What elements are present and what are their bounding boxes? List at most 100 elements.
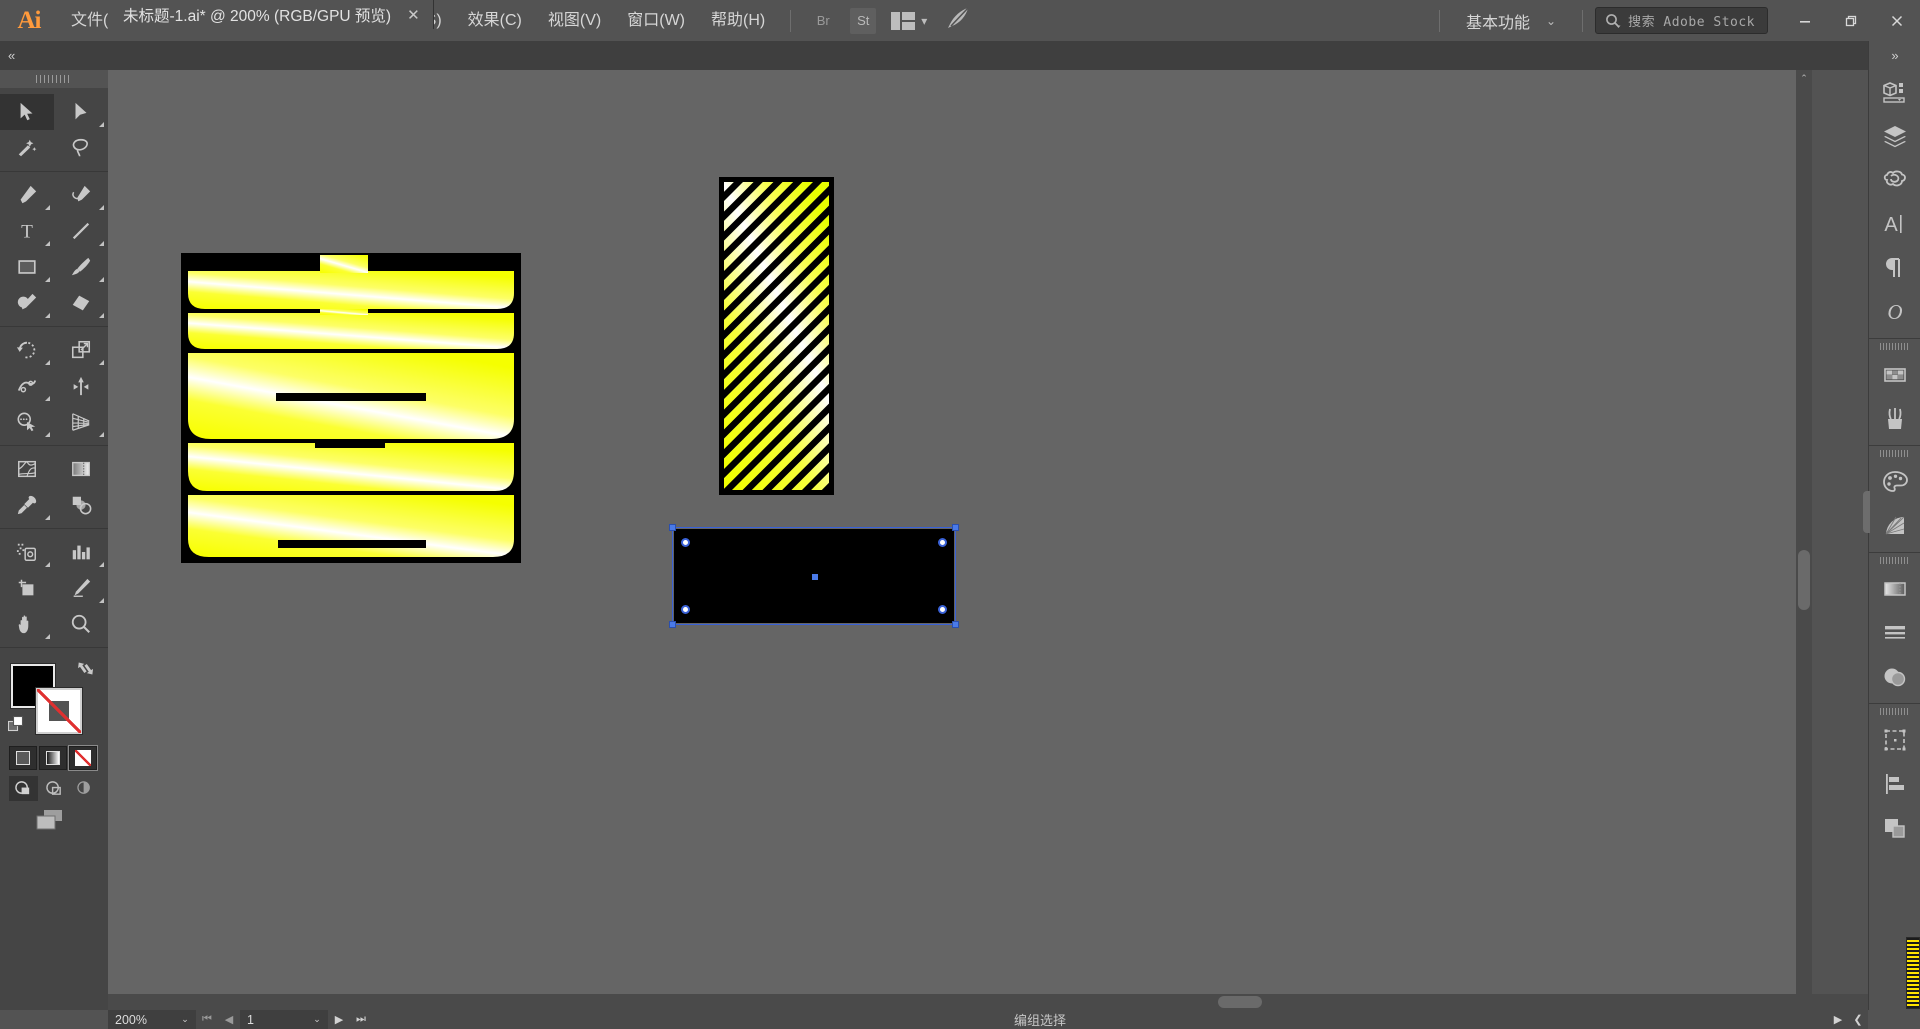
- striped-rectangle-artwork[interactable]: [719, 177, 834, 495]
- dock-resize-handle[interactable]: [1863, 491, 1870, 533]
- slice-tool[interactable]: [54, 570, 108, 606]
- page-number-input[interactable]: 1: [240, 1010, 306, 1029]
- perspective-grid-tool[interactable]: [54, 404, 108, 440]
- restore-button[interactable]: [1828, 0, 1874, 41]
- workspace-switcher[interactable]: 基本功能 ⌄: [1452, 0, 1570, 41]
- full-screen-mode-button[interactable]: [71, 776, 100, 801]
- chevron-up-icon[interactable]: ⌃: [1796, 70, 1812, 86]
- shape-builder-tool[interactable]: [0, 404, 54, 440]
- panel-gradient[interactable]: [1869, 567, 1920, 611]
- panel-group-grip[interactable]: [1869, 339, 1920, 353]
- direct-selection-tool[interactable]: [54, 94, 108, 130]
- panel-paragraph[interactable]: [1869, 246, 1920, 290]
- status-play-button[interactable]: ▶: [1828, 1013, 1848, 1026]
- line-segment-tool[interactable]: [54, 213, 108, 249]
- next-page-button[interactable]: ▶: [328, 1010, 350, 1029]
- menu-effect[interactable]: 效果(C): [455, 0, 535, 41]
- curvature-tool[interactable]: [54, 177, 108, 213]
- paintbrush-tool[interactable]: [54, 249, 108, 285]
- panel-character[interactable]: A: [1869, 202, 1920, 246]
- hidden-panel-tab-strip[interactable]: [1906, 937, 1920, 1009]
- vertical-scrollbar-thumb[interactable]: [1798, 550, 1810, 610]
- rotate-tool[interactable]: [0, 332, 54, 368]
- scale-tool[interactable]: [54, 332, 108, 368]
- shaper-tool[interactable]: [0, 285, 54, 321]
- panel-group-grip[interactable]: [1869, 553, 1920, 567]
- stroke-swatch[interactable]: [35, 687, 83, 735]
- feather-icon[interactable]: [945, 6, 971, 35]
- status-collapse-button[interactable]: ❮: [1848, 1013, 1868, 1026]
- artboard-tool[interactable]: [0, 570, 54, 606]
- panel-pathfinder[interactable]: [1869, 806, 1920, 850]
- selected-black-rectangle[interactable]: [674, 529, 954, 623]
- panel-appearance[interactable]: [1869, 718, 1920, 762]
- arrange-chevron-down-icon[interactable]: ▾: [921, 14, 927, 28]
- zoom-tool[interactable]: [54, 606, 108, 642]
- panel-dock-collapse-button[interactable]: »: [1869, 41, 1920, 70]
- panel-stroke[interactable]: [1869, 611, 1920, 655]
- toolbar-collapse-bar[interactable]: «: [0, 41, 108, 70]
- chinese-character-artwork[interactable]: [181, 253, 521, 563]
- menu-window[interactable]: 窗口(W): [614, 0, 698, 41]
- minimize-button[interactable]: [1782, 0, 1828, 41]
- canvas-area[interactable]: ⌃: [108, 70, 1812, 1010]
- panel-color-guide[interactable]: [1869, 504, 1920, 548]
- magic-wand-tool[interactable]: [0, 130, 54, 166]
- menu-view[interactable]: 视图(V): [535, 0, 614, 41]
- panel-swatches[interactable]: [1869, 353, 1920, 397]
- panel-glyphs[interactable]: O: [1869, 290, 1920, 334]
- default-fill-stroke-icon[interactable]: [7, 715, 26, 739]
- menu-help[interactable]: 帮助(H): [698, 0, 778, 41]
- stock-icon[interactable]: St: [850, 7, 877, 34]
- width-tool[interactable]: [0, 368, 54, 404]
- edit-toolbar-button[interactable]: [34, 809, 68, 836]
- panel-group-grip[interactable]: [1869, 704, 1920, 718]
- prev-page-button[interactable]: ◀: [218, 1010, 240, 1029]
- close-button[interactable]: [1874, 0, 1920, 41]
- column-graph-tool[interactable]: [54, 534, 108, 570]
- zoom-level-dropdown[interactable]: ⌄: [174, 1010, 196, 1029]
- gradient-tool[interactable]: [54, 451, 108, 487]
- hand-tool[interactable]: [0, 606, 54, 642]
- free-transform-tool[interactable]: [54, 368, 108, 404]
- color-mode-button[interactable]: [9, 746, 37, 770]
- selection-tool[interactable]: [0, 94, 54, 130]
- gradient-mode-button[interactable]: [39, 746, 67, 770]
- page-number-dropdown[interactable]: ⌄: [306, 1010, 328, 1029]
- zoom-level-input[interactable]: 200%: [108, 1010, 174, 1029]
- close-tab-icon[interactable]: ✕: [407, 6, 420, 24]
- panel-transparency[interactable]: [1869, 655, 1920, 699]
- search-adobe-stock-input[interactable]: 搜索 Adobe Stock: [1595, 7, 1768, 34]
- pen-tool[interactable]: [0, 177, 54, 213]
- document-tab[interactable]: 未标题-1.ai* @ 200% (RGB/GPU 预览) ✕: [108, 0, 434, 29]
- tools-panel-grip[interactable]: [0, 70, 108, 88]
- swap-fill-stroke-icon[interactable]: [77, 660, 96, 682]
- blend-tool[interactable]: [54, 487, 108, 523]
- panel-libraries[interactable]: [1869, 158, 1920, 202]
- panel-align[interactable]: [1869, 762, 1920, 806]
- vertical-scrollbar[interactable]: ⌃: [1796, 70, 1812, 1010]
- normal-screen-mode-button[interactable]: [9, 776, 38, 801]
- panel-color[interactable]: [1869, 460, 1920, 504]
- panel-group-grip[interactable]: [1869, 446, 1920, 460]
- panel-layers[interactable]: [1869, 114, 1920, 158]
- eyedropper-tool[interactable]: [0, 487, 54, 523]
- full-screen-menubar-mode-button[interactable]: [40, 776, 69, 801]
- horizontal-scrollbar-thumb[interactable]: [1218, 996, 1262, 1008]
- eraser-tool[interactable]: [54, 285, 108, 321]
- lasso-tool[interactable]: [54, 130, 108, 166]
- none-mode-button[interactable]: [68, 745, 98, 771]
- bridge-icon[interactable]: Br: [810, 8, 836, 34]
- first-page-button[interactable]: ⏮: [196, 1010, 218, 1029]
- type-tool[interactable]: T: [0, 213, 54, 249]
- panel-properties[interactable]: [1869, 70, 1920, 114]
- arrange-documents-icon[interactable]: [891, 11, 916, 30]
- rectangle-tool[interactable]: [0, 249, 54, 285]
- search-placeholder-text: 搜索 Adobe Stock: [1628, 15, 1755, 30]
- artboard[interactable]: [108, 70, 1796, 1010]
- horizontal-scrollbar[interactable]: [108, 994, 1868, 1010]
- symbol-sprayer-tool[interactable]: [0, 534, 54, 570]
- last-page-button[interactable]: ⏭: [350, 1010, 372, 1029]
- panel-brushes[interactable]: [1869, 397, 1920, 441]
- mesh-tool[interactable]: [0, 451, 54, 487]
